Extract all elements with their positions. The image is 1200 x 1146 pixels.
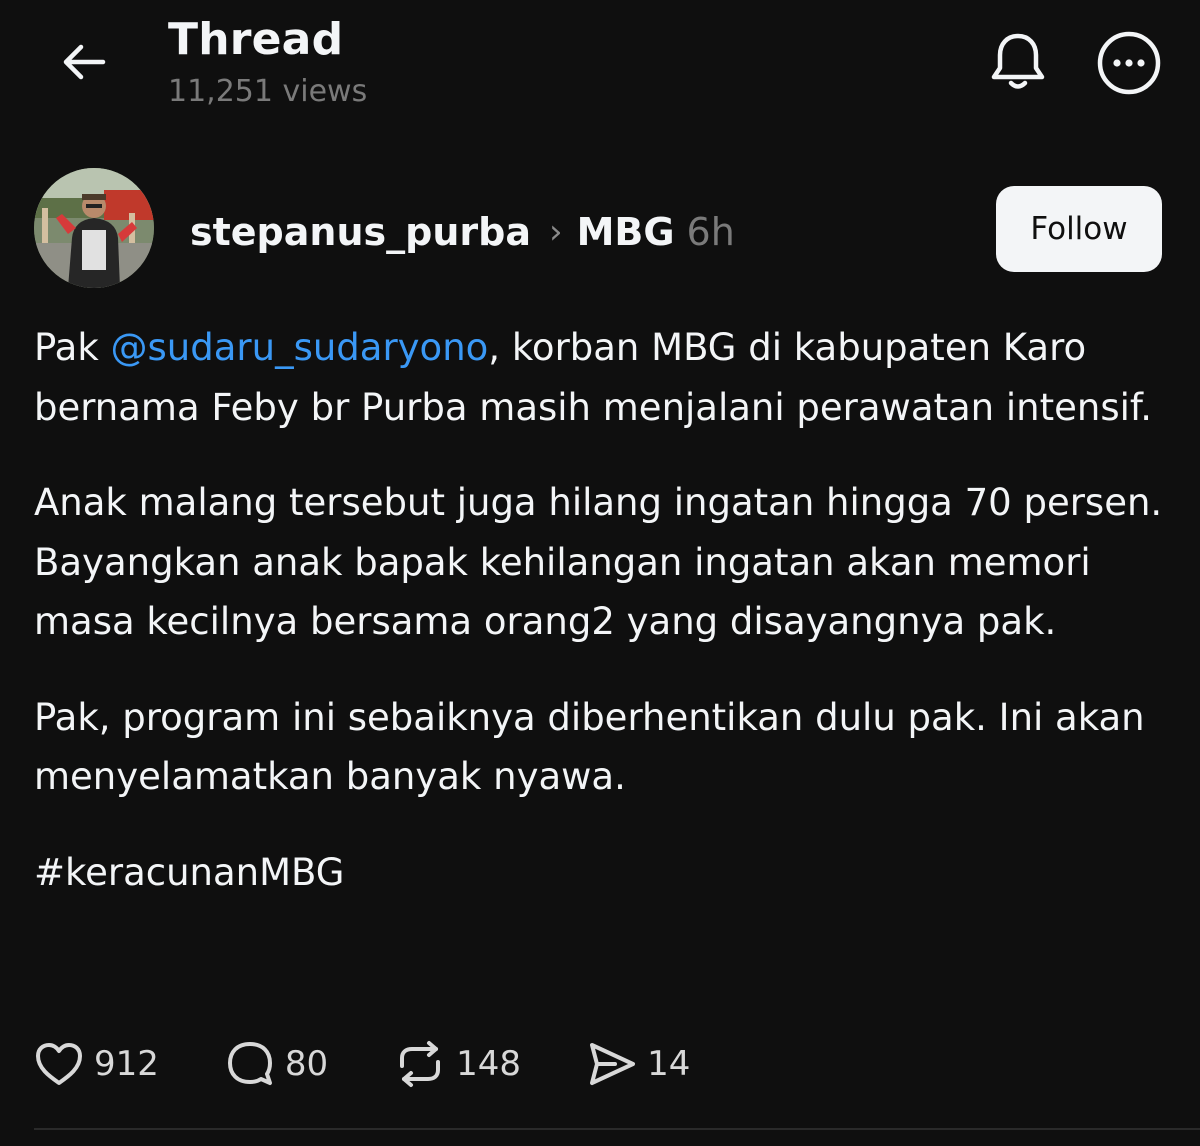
follow-button[interactable]: Follow (996, 186, 1162, 272)
view-count: 11,251 views (168, 74, 368, 109)
post-paragraph: Pak @sudaru_sudaryono, korban MBG di kab… (34, 318, 1164, 437)
mention-link[interactable]: @sudaru_sudaryono (111, 326, 489, 369)
paragraph-prefix: Pak (34, 326, 111, 369)
heart-icon (36, 1043, 82, 1085)
author-username[interactable]: stepanus_purba (190, 210, 531, 254)
post-body: Pak @sudaru_sudaryono, korban MBG di kab… (34, 318, 1164, 938)
post-actions: 912 80 148 14 (34, 1036, 690, 1092)
avatar[interactable] (34, 168, 154, 288)
more-horizontal-icon (1097, 31, 1161, 95)
repost-count: 148 (456, 1044, 522, 1084)
like-count: 912 (94, 1044, 159, 1084)
post-author-row: stepanus_purba › MBG 6h (190, 206, 735, 258)
like-button[interactable]: 912 (34, 1041, 159, 1087)
chevron-right-icon: › (548, 212, 563, 252)
bell-icon (991, 33, 1045, 89)
comment-bubble-icon (227, 1042, 272, 1085)
reply-count: 80 (284, 1044, 329, 1084)
page-title: Thread (168, 14, 344, 65)
avatar-photo (34, 168, 154, 288)
reply-button[interactable]: 80 (225, 1040, 328, 1088)
topic-tag[interactable]: MBG (577, 210, 675, 254)
arrow-left-icon (63, 44, 106, 80)
thread-header: Thread 11,251 views (0, 0, 1200, 130)
back-button[interactable] (54, 32, 114, 92)
post-paragraph: Anak malang tersebut juga hilang ingatan… (34, 481, 1163, 643)
repost-button[interactable]: 148 (394, 1040, 521, 1088)
notifications-button[interactable] (984, 28, 1052, 96)
send-icon (590, 1043, 636, 1085)
post-timestamp: 6h (686, 210, 735, 254)
post-paragraph: Pak, program ini sebaiknya diberhentikan… (34, 695, 1145, 799)
hashtag[interactable]: #keracunanMBG (34, 843, 1164, 903)
more-options-button[interactable] (1094, 28, 1164, 98)
share-count: 14 (647, 1044, 691, 1084)
repost-icon (400, 1041, 441, 1087)
divider (34, 1128, 1200, 1130)
share-button[interactable]: 14 (587, 1041, 690, 1087)
